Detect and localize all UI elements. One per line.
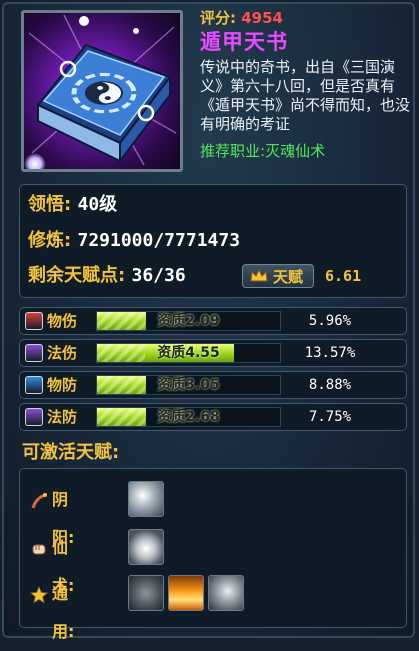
quality-bar: 资质2.09 [96, 311, 281, 331]
insight-row: 领悟: 40级 [28, 190, 117, 220]
attribute-row: 法伤 资质4.55 13.57% [19, 339, 407, 367]
talents-title: 可激活天赋: [22, 442, 120, 463]
insight-value: 40级 [77, 194, 118, 215]
stats-box: 领悟: 40级 修炼: 7291000/7771473 剩余天赋点: 36/36… [19, 184, 407, 298]
attribute-percent: 5.96% [308, 313, 352, 329]
sword-icon [25, 312, 43, 330]
attribute-percent: 7.75% [308, 409, 352, 425]
armor-skill-icon[interactable] [128, 575, 164, 611]
burst-skill-icon[interactable] [128, 529, 164, 565]
quality-text: 资质3.05 [157, 377, 220, 393]
wolf-skill-icon[interactable] [208, 575, 244, 611]
attribute-row: 物防 资质3.05 8.88% [19, 371, 407, 399]
attribute-percent: 13.57% [304, 345, 356, 361]
attribute-percent: 8.88% [308, 377, 352, 393]
remaining-points-row: 剩余天赋点: 36/36 [28, 261, 186, 291]
quality-bar: 资质2.68 [96, 407, 281, 427]
item-art-book [21, 10, 183, 172]
item-info: 评分: 4954 遁甲天书 传说中的奇书，出自《三国演义》第六十八回，但是否真有… [200, 8, 415, 161]
quality-text: 资质2.09 [157, 313, 220, 329]
talents-box: 阴阳: 仙术: 通用: [19, 468, 407, 641]
recommended-class: 推荐职业:灭魂仙术 [200, 142, 415, 161]
talent-row-label: 通用: [52, 584, 75, 641]
attribute-name: 法伤 [47, 344, 78, 362]
magic-defense-icon [25, 408, 43, 426]
quality-text: 资质4.55 [157, 345, 220, 361]
recommended-class-label: 推荐职业: [200, 142, 266, 160]
star-icon [30, 586, 48, 604]
sparkle-icon [24, 153, 46, 169]
attribute-row: 法防 资质2.68 7.75% [19, 403, 407, 431]
rating: 评分: 4954 [200, 8, 415, 28]
quality-bar: 资质4.55 [96, 343, 281, 363]
item-description: 传说中的奇书，出自《三国演义》第六十八回，但是否真有《遁甲天书》尚不得而知，也没… [200, 58, 411, 133]
recommended-class-value: 灭魂仙术 [265, 142, 326, 160]
talent-value: 6.61 [325, 267, 362, 285]
item-tooltip-panel: 评分: 4954 遁甲天书 传说中的奇书，出自《三国演义》第六十八回，但是否真有… [2, 2, 415, 641]
golden-aura-skill-icon[interactable] [168, 575, 204, 611]
quality-text: 资质2.68 [157, 409, 220, 425]
wind-slash-skill-icon[interactable] [128, 481, 164, 517]
rating-value: 4954 [241, 9, 283, 27]
remaining-points-label: 剩余天赋点: [28, 265, 126, 286]
cultivation-row: 修炼: 7291000/7771473 [28, 226, 240, 256]
ribbon-icon [31, 493, 47, 509]
insight-label: 领悟: [28, 194, 72, 215]
quality-bar: 资质3.05 [96, 375, 281, 395]
talent-row-label: 阴阳: [52, 490, 75, 547]
crown-icon [250, 269, 268, 282]
attribute-name: 物伤 [47, 312, 78, 330]
shield-icon [25, 376, 43, 394]
rating-label: 评分: [200, 9, 236, 27]
talent-button-label: 天赋 [273, 268, 304, 286]
cultivation-label: 修炼: [28, 230, 72, 251]
attribute-name: 物防 [47, 376, 78, 394]
fist-icon [32, 544, 46, 555]
attribute-name: 法防 [47, 408, 78, 426]
book-icon [28, 14, 177, 166]
talent-row-label: 仙术: [52, 538, 75, 595]
attribute-row: 物伤 资质2.09 5.96% [19, 307, 407, 335]
cultivation-value: 7291000/7771473 [77, 230, 241, 251]
remaining-points-value: 36/36 [131, 265, 186, 286]
talent-button[interactable]: 天赋 [242, 264, 314, 288]
item-name: 遁甲天书 [200, 30, 288, 54]
magic-attack-icon [25, 344, 43, 362]
